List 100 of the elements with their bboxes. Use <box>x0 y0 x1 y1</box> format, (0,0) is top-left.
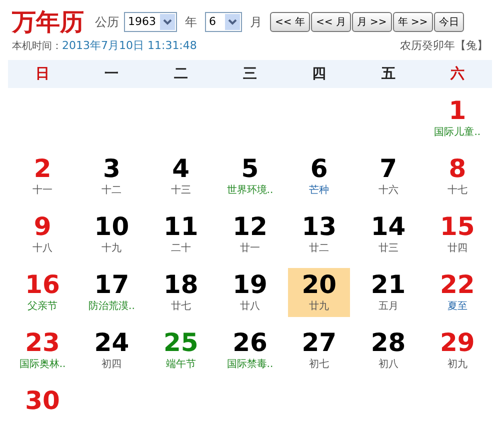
nav-button[interactable]: 年 >> <box>392 12 433 32</box>
day-number: 17 <box>94 270 130 300</box>
day-cell[interactable]: 18 廿七 <box>150 268 212 317</box>
day-number: 23 <box>25 328 60 358</box>
day-number: 5 <box>241 154 259 184</box>
day-cell[interactable]: 15 廿四 <box>426 210 488 259</box>
day-number: 15 <box>440 212 475 242</box>
day-note: 二十 <box>170 242 191 256</box>
day-number: 1 <box>448 96 466 126</box>
day-cell[interactable]: 22 夏至 <box>426 268 488 317</box>
day-note: 初九 <box>447 358 468 372</box>
day-number: 26 <box>232 328 268 358</box>
day-number: 7 <box>380 154 397 184</box>
selected-day-cell[interactable]: 20 廿九 <box>288 268 350 317</box>
day-cell[interactable]: 29 初九 <box>426 326 488 375</box>
weekday-label: 日 <box>36 64 50 84</box>
day-number: 3 <box>103 154 120 184</box>
day-cell[interactable]: 28 初八 <box>357 326 420 375</box>
day-note: 国际儿童.. <box>434 126 481 140</box>
day-cell[interactable]: 21 五月 <box>357 268 420 317</box>
day-cell[interactable]: 30 <box>12 384 74 419</box>
select-field[interactable]: 1963 <box>124 12 177 32</box>
day-note: 廿八 <box>240 300 260 314</box>
day-cell[interactable]: 16 父亲节 <box>12 268 74 317</box>
day-number: 22 <box>440 270 475 300</box>
day-number: 19 <box>232 270 268 300</box>
day-number: 6 <box>310 154 328 184</box>
day-note: 五月 <box>378 300 398 314</box>
day-number: 14 <box>370 212 406 242</box>
day-note: 廿二 <box>309 242 330 256</box>
clock-value: 2013年7月10日 11:31:48 <box>62 38 197 54</box>
weekday-label: 六 <box>450 64 464 84</box>
day-cell[interactable]: 3 十二 <box>80 152 143 201</box>
day-note: 国际禁毒.. <box>226 358 274 372</box>
day-note: 端午节 <box>166 358 196 372</box>
day-cell[interactable]: 7 十六 <box>357 152 420 201</box>
day-note: 初八 <box>378 358 398 372</box>
day-note: 十三 <box>170 184 191 198</box>
day-cell[interactable]: 2 十一 <box>12 152 74 201</box>
day-note: 十一 <box>32 184 53 198</box>
day-note: 十六 <box>378 184 398 198</box>
day-number: 21 <box>370 270 406 300</box>
lunar-year: 农历癸卯年【兔】 <box>400 38 488 54</box>
day-cell[interactable]: 27 初七 <box>288 326 350 375</box>
day-cell[interactable]: 1 国际儿童.. <box>426 94 488 143</box>
calendar-label: 公历 <box>95 14 119 31</box>
day-number: 29 <box>440 328 475 358</box>
day-number: 18 <box>163 270 198 300</box>
day-number: 13 <box>302 212 337 242</box>
day-cell[interactable]: 11 二十 <box>150 210 212 259</box>
day-note: 芒种 <box>309 184 330 198</box>
day-cell[interactable]: 25 端午节 <box>150 326 212 375</box>
weekday-label: 三 <box>242 64 257 84</box>
day-cell[interactable]: 12 廿一 <box>218 210 281 259</box>
nav-button[interactable]: 今日 <box>434 12 464 32</box>
day-cell[interactable]: 19 廿八 <box>218 268 281 317</box>
app-title: 万年历 <box>12 10 84 34</box>
day-note: 廿三 <box>378 242 398 256</box>
day-cell[interactable]: 9 十八 <box>12 210 74 259</box>
day-number: 28 <box>370 328 406 358</box>
day-cell[interactable]: 10 十九 <box>80 210 143 259</box>
day-note: 十二 <box>102 184 122 198</box>
day-note: 父亲节 <box>28 300 58 314</box>
select-field[interactable]: 6 <box>205 12 242 32</box>
day-cell[interactable]: 23 国际奥林.. <box>12 326 74 375</box>
day-number: 10 <box>94 212 130 242</box>
day-note: 廿九 <box>309 300 330 314</box>
day-note: 夏至 <box>447 300 468 314</box>
nav-button[interactable]: << 月 <box>310 12 351 32</box>
day-cell[interactable]: 17 防治荒漠.. <box>80 268 143 317</box>
day-cell[interactable]: 8 十七 <box>426 152 488 201</box>
day-cell[interactable]: 24 初四 <box>80 326 143 375</box>
weekday-label: 一 <box>104 64 119 84</box>
weekday-label: 四 <box>312 64 326 84</box>
day-cell[interactable]: 26 国际禁毒.. <box>218 326 281 375</box>
day-note: 十八 <box>32 242 53 256</box>
day-number: 9 <box>34 212 52 242</box>
day-note: 国际奥林.. <box>19 358 66 372</box>
weekday-label: 二 <box>174 64 188 84</box>
day-note: 初四 <box>102 358 122 372</box>
day-number: 30 <box>25 386 60 416</box>
day-number: 20 <box>302 270 337 300</box>
day-number: 25 <box>163 328 198 358</box>
day-number: 8 <box>448 154 466 184</box>
clock-label: 本机时间： <box>12 40 62 54</box>
day-cell[interactable]: 4 十三 <box>150 152 212 201</box>
day-cell[interactable]: 6 芒种 <box>288 152 350 201</box>
day-number: 12 <box>232 212 268 242</box>
day-note: 廿四 <box>447 242 468 256</box>
day-note: 十九 <box>102 242 122 256</box>
day-number: 27 <box>302 328 337 358</box>
day-cell[interactable]: 5 世界环境.. <box>218 152 281 201</box>
day-note: 防治荒漠.. <box>88 300 135 314</box>
weekday-label: 五 <box>381 64 396 84</box>
nav-button[interactable]: 月 >> <box>352 12 392 32</box>
day-cell[interactable]: 14 廿三 <box>357 210 420 259</box>
day-number: 24 <box>94 328 130 358</box>
nav-button[interactable]: << 年 <box>270 12 310 32</box>
day-cell[interactable]: 13 廿二 <box>288 210 350 259</box>
day-number: 11 <box>163 212 198 242</box>
